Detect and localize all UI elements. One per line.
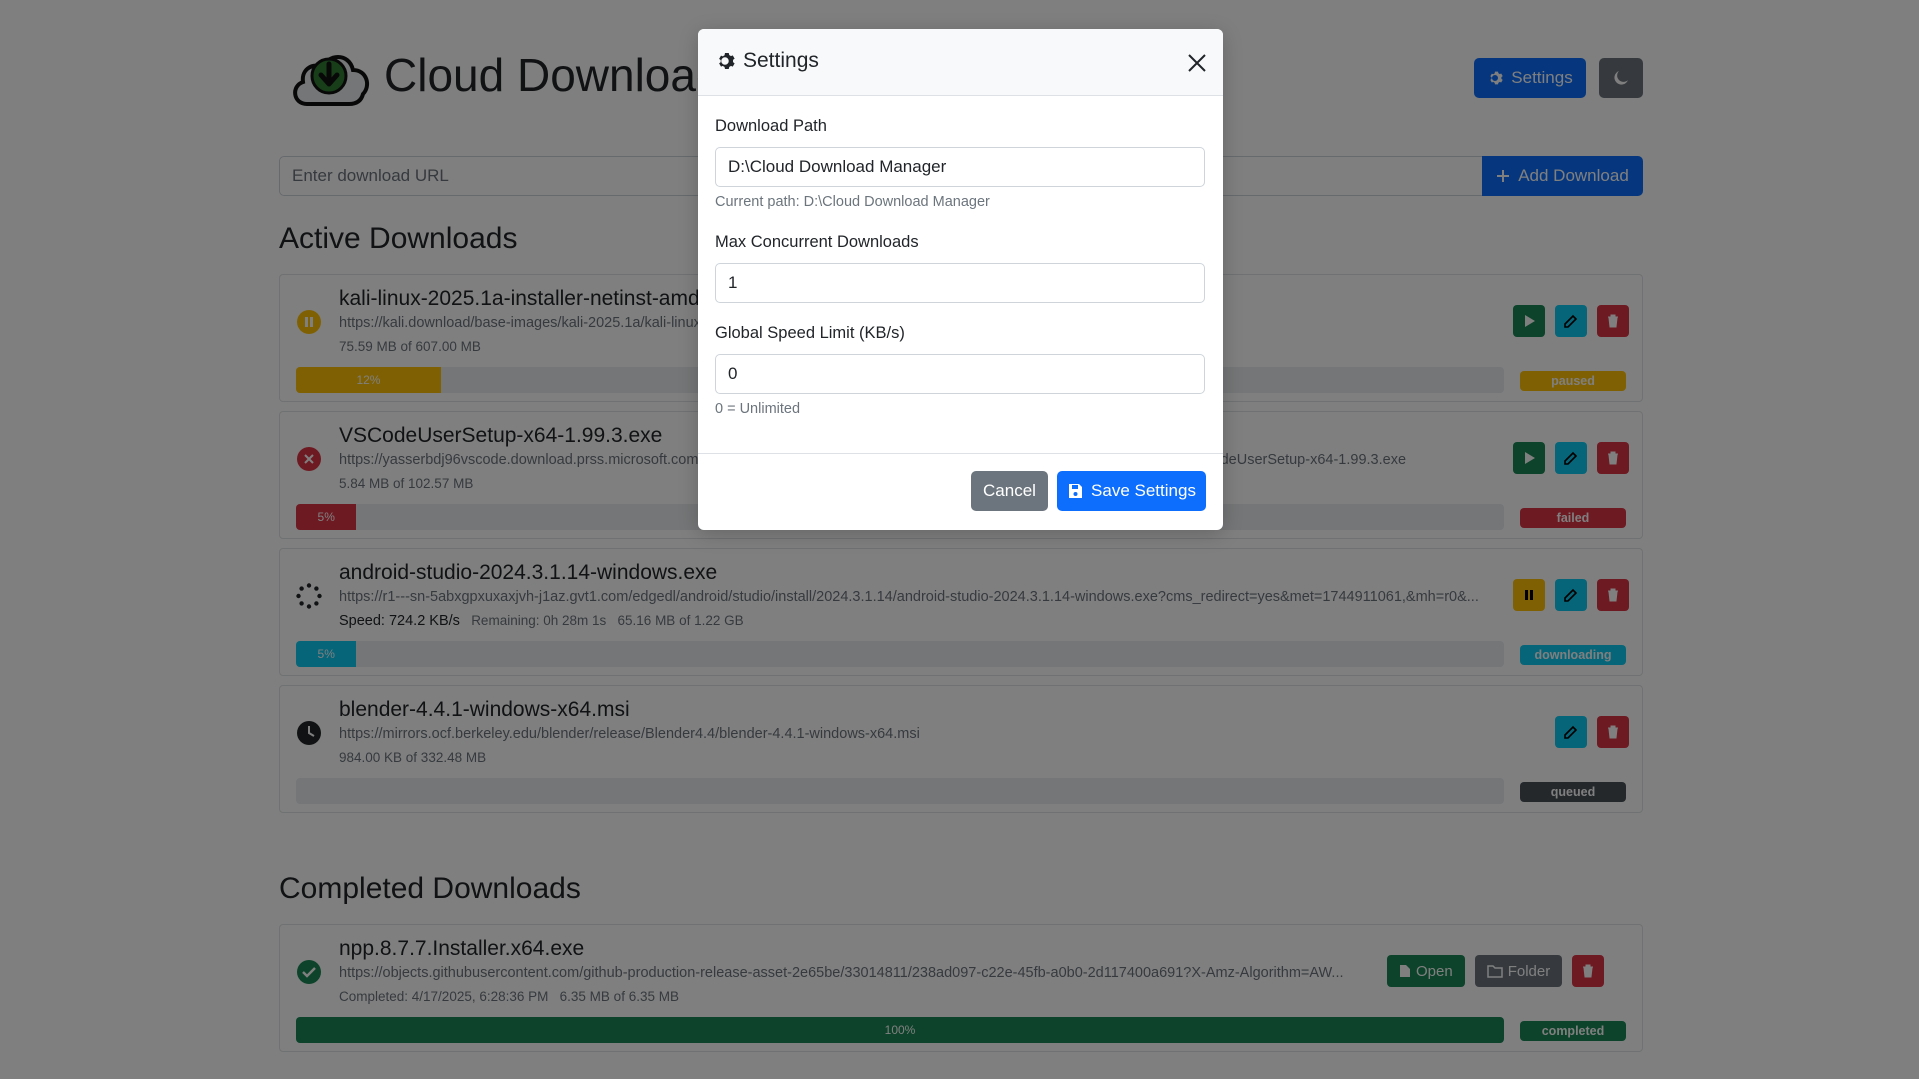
speed-limit-help: 0 = Unlimited (715, 401, 801, 417)
gear-icon (719, 53, 735, 69)
speed-limit-input[interactable] (715, 354, 1205, 394)
modal-footer: Cancel Save Settings (698, 453, 1223, 530)
modal-title: Settings (715, 49, 819, 73)
current-path-text: Current path: D:\Cloud Download Manager (715, 194, 990, 210)
settings-modal: Settings Download Path Current path: D:\… (698, 29, 1223, 530)
save-settings-button[interactable]: Save Settings (1057, 471, 1206, 511)
speed-limit-label: Global Speed Limit (KB/s) (715, 324, 905, 342)
cancel-button[interactable]: Cancel (971, 471, 1048, 511)
max-concurrent-input[interactable] (715, 263, 1205, 303)
close-button[interactable] (1185, 51, 1209, 75)
close-icon (1188, 54, 1206, 72)
download-path-label: Download Path (715, 117, 827, 135)
floppy-icon (1069, 484, 1083, 498)
modal-header: Settings (698, 29, 1223, 96)
download-path-input[interactable] (715, 147, 1205, 187)
modal-title-text: Settings (743, 49, 819, 72)
max-concurrent-label: Max Concurrent Downloads (715, 233, 919, 251)
save-settings-label: Save Settings (1091, 481, 1196, 500)
